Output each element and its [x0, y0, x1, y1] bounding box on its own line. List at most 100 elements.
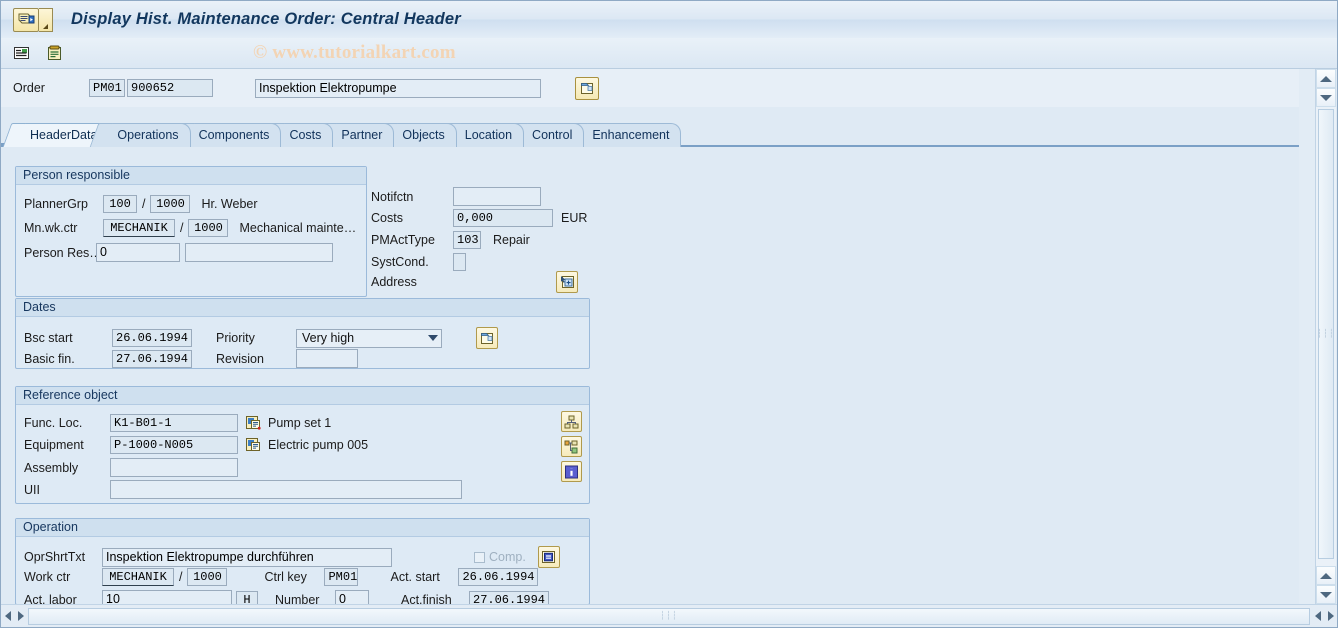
structure-list-icon[interactable]: [561, 436, 582, 457]
panel-title-reference-object: Reference object: [16, 387, 589, 405]
order-detail-icon[interactable]: [575, 76, 599, 100]
tab-enhancement[interactable]: Enhancement: [577, 123, 682, 147]
panel-title-dates: Dates: [16, 299, 589, 317]
uii-field[interactable]: [110, 480, 462, 499]
tab-partner[interactable]: Partner: [326, 123, 395, 147]
list-icon[interactable]: [10, 41, 34, 65]
tab-costs[interactable]: Costs: [274, 123, 334, 147]
basic-start-field[interactable]: 26.06.1994: [112, 329, 192, 347]
title-bar: Display Hist. Maintenance Order: Central…: [1, 1, 1337, 39]
pm-activity-type-field[interactable]: 103: [453, 231, 481, 249]
information-icon[interactable]: [561, 461, 582, 482]
address-detail-icon[interactable]: [556, 271, 578, 293]
scroll-up-button-bottom[interactable]: [1316, 566, 1336, 585]
main-work-center-text: Mechanical mainte…: [239, 221, 357, 235]
basic-finish-label: Basic fin.: [24, 351, 75, 366]
application-toolbar: [1, 38, 1337, 69]
costs-field[interactable]: 0,000: [453, 209, 553, 227]
uii-label: UII: [24, 482, 40, 497]
main-work-center-field[interactable]: MECHANIK: [103, 219, 175, 237]
scroll-left-button[interactable]: [1, 607, 14, 625]
func-loc-text: Pump set 1: [268, 416, 332, 430]
scroll-right-button[interactable]: [14, 607, 27, 625]
operation-detail-icon[interactable]: [537, 546, 560, 568]
work-center-separator: /: [179, 570, 183, 584]
priority-value: Very high: [302, 331, 355, 345]
structure-hierarchy-icon[interactable]: [561, 411, 582, 432]
planner-group-label: PlannerGrp: [24, 197, 88, 211]
order-type-field[interactable]: PM01: [89, 79, 125, 97]
planner-group-plant-field[interactable]: 1000: [150, 195, 191, 213]
equipment-text: Electric pump 005: [268, 438, 369, 452]
main-work-center-separator: /: [180, 221, 184, 235]
func-loc-field[interactable]: K1-B01-1: [110, 414, 238, 432]
person-responsible-field[interactable]: 0: [96, 243, 180, 262]
header-right-fields: Notifctn Costs 0,000 EUR PMActType 103 R…: [371, 187, 601, 297]
tab-location[interactable]: Location: [449, 123, 525, 147]
tab-objects[interactable]: Objects: [387, 123, 457, 147]
main-work-center-label: Mn.wk.ctr: [24, 221, 78, 235]
scroll-up-button[interactable]: [1316, 69, 1336, 88]
chevron-down-icon: [428, 335, 438, 341]
scrollbar-grip-icon: ┆┆┆: [1317, 329, 1335, 338]
system-condition-label: SystCond.: [371, 255, 429, 269]
work-center-label: Work ctr: [24, 570, 71, 584]
order-header-bar: Order PM01 900652 Inspektion Elektropump…: [1, 69, 1299, 107]
order-number-field[interactable]: 900652: [127, 79, 213, 97]
scroll-right-button-right[interactable]: [1324, 607, 1337, 625]
priority-dropdown[interactable]: Very high: [296, 328, 442, 348]
work-center-plant-field[interactable]: 1000: [187, 568, 228, 586]
basic-finish-field[interactable]: 27.06.1994: [112, 349, 192, 368]
comp-checkbox-box[interactable]: [474, 551, 485, 563]
notification-field[interactable]: [453, 187, 541, 206]
equipment-label: Equipment: [24, 438, 84, 452]
horizontal-scrollbar-thumb[interactable]: ┆┆┆: [28, 607, 1310, 625]
menu-arrow-icon[interactable]: [39, 7, 53, 32]
revision-label: Revision: [216, 351, 264, 366]
planner-group-text: Hr. Weber: [201, 197, 258, 211]
system-condition-field[interactable]: [453, 253, 466, 271]
sap-gui-window: Display Hist. Maintenance Order: Central…: [0, 0, 1338, 628]
scroll-left-button-right[interactable]: [1311, 607, 1324, 625]
tab-operations[interactable]: Operations: [102, 123, 191, 147]
work-area: Person responsible PlannerGrp 100 / 1000…: [1, 147, 1299, 609]
tab-control[interactable]: Control: [517, 123, 585, 147]
system-menu-button[interactable]: [13, 7, 53, 32]
order-description-field[interactable]: Inspektion Elektropumpe: [255, 78, 541, 98]
comp-checkbox[interactable]: Comp.: [474, 550, 526, 564]
panel-title-operation: Operation: [16, 519, 589, 537]
dates-detail-icon[interactable]: [476, 327, 498, 349]
revision-field[interactable]: [296, 349, 358, 368]
person-responsible-text-field[interactable]: [185, 243, 333, 262]
sap-logo-icon[interactable]: [13, 7, 39, 32]
control-key-field[interactable]: PM01: [324, 568, 359, 586]
operation-short-text-field[interactable]: Inspektion Elektropumpe durchführen: [102, 547, 392, 567]
notification-label: Notifctn: [371, 189, 414, 204]
planner-group-separator: /: [142, 197, 146, 211]
equipment-object-link-icon[interactable]: [245, 437, 262, 453]
costs-label: Costs: [371, 211, 403, 225]
scrollbar-grip-icon-h: ┆┆┆: [660, 611, 678, 620]
scroll-down-button-bottom[interactable]: [1316, 585, 1336, 604]
equipment-field[interactable]: P-1000-N005: [110, 436, 238, 454]
vertical-scrollbar[interactable]: ┆┆┆: [1315, 69, 1336, 604]
panel-person-responsible: Person responsible PlannerGrp 100 / 1000…: [15, 166, 367, 297]
tab-components[interactable]: Components: [183, 123, 282, 147]
work-center-field[interactable]: MECHANIK: [102, 568, 174, 586]
scroll-down-button[interactable]: [1316, 88, 1336, 107]
panel-reference-object: Reference object Func. Loc. K1-B01-1 Pum…: [15, 386, 590, 504]
assembly-field[interactable]: [110, 458, 238, 477]
func-loc-object-link-icon[interactable]: [245, 415, 262, 431]
horizontal-scrollbar[interactable]: ┆┆┆: [1, 604, 1337, 627]
func-loc-label: Func. Loc.: [24, 416, 83, 430]
vertical-scrollbar-thumb[interactable]: ┆┆┆: [1317, 109, 1335, 559]
costs-currency: EUR: [561, 211, 588, 225]
pm-activity-type-label: PMActType: [371, 233, 435, 247]
priority-label: Priority: [216, 331, 255, 345]
main-work-center-plant-field[interactable]: 1000: [188, 219, 229, 237]
address-label: Address: [371, 275, 417, 289]
actual-start-field[interactable]: 26.06.1994: [458, 568, 539, 586]
clipboard-icon[interactable]: [43, 41, 67, 65]
actual-start-label: Act. start: [390, 570, 440, 584]
planner-group-field[interactable]: 100: [103, 195, 137, 213]
